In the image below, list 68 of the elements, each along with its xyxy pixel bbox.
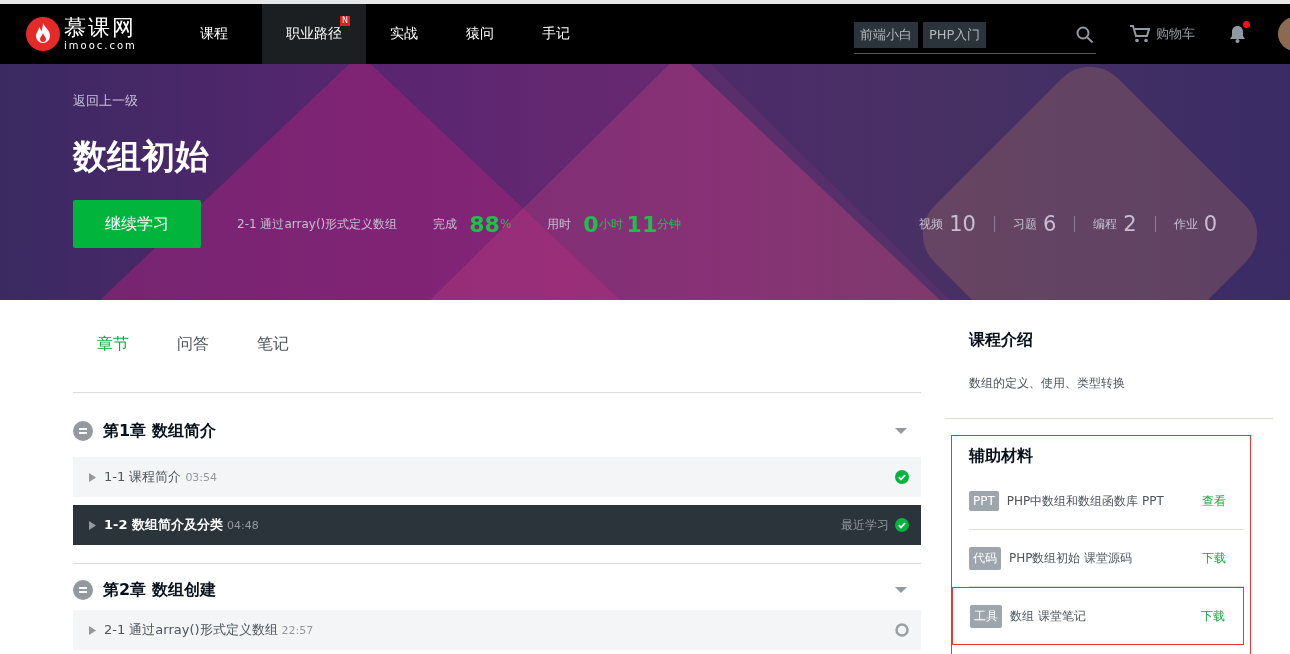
lesson-row[interactable]: 1-2 数组简介及分类 04:48 最近学习 — [73, 505, 921, 545]
logo-subtext[interactable]: imooc.com — [64, 41, 137, 51]
play-icon — [89, 625, 96, 635]
hours-unit: 小时 — [598, 215, 623, 231]
lesson-duration: 04:48 — [227, 518, 259, 532]
minutes-unit: 分钟 — [657, 215, 682, 231]
stat-value: 6 — [1042, 212, 1057, 236]
chapter-title: 第1章 数组简介 — [103, 420, 216, 442]
recent-note: 最近学习 — [841, 516, 889, 534]
lesson-title: 1-2 数组简介及分类 — [104, 516, 223, 534]
stat-label: 作业 — [1173, 215, 1198, 233]
back-link[interactable]: 返回上一级 — [73, 92, 1217, 110]
bell-icon — [1229, 25, 1246, 43]
flame-logo-icon[interactable] — [26, 17, 60, 51]
chapter-icon — [73, 421, 93, 441]
material-tag: 工具 — [970, 604, 1002, 628]
nav-link[interactable]: 实战 — [366, 4, 442, 64]
material-name: PHP中数组和数组函数库 PPT — [1006, 492, 1164, 510]
chapter-icon — [73, 580, 93, 600]
nav-link[interactable]: 职业路径 N — [262, 4, 366, 64]
lesson-title: 1-1 课程简介 — [104, 468, 182, 486]
progress-unit: % — [499, 217, 512, 231]
play-icon — [89, 472, 96, 482]
search-tag[interactable]: PHP入门 — [923, 21, 987, 48]
intro-heading: 课程介绍 — [969, 330, 1034, 351]
material-name: 数组 课堂笔记 — [1010, 607, 1086, 625]
material-tag: 代码 — [969, 546, 1001, 570]
lesson-duration: 03:54 — [185, 470, 218, 484]
intro-text: 数组的定义、使用、类型转换 — [969, 375, 1126, 392]
lesson-row[interactable]: 2-1 通过array()形式定义数组 22:57 — [73, 610, 921, 650]
check-icon — [895, 470, 909, 484]
caret-icon[interactable] — [895, 427, 907, 435]
course-title: 数组初始 — [73, 135, 210, 178]
stat-value: 10 — [949, 212, 976, 236]
progress-value: 88 — [469, 211, 500, 237]
search-icon[interactable] — [1076, 25, 1094, 44]
stat-value: 0 — [1203, 212, 1217, 236]
nav-link[interactable]: 课程 — [176, 4, 252, 64]
progress-label: 完成 — [433, 215, 458, 233]
time-label: 用时 — [547, 215, 572, 233]
material-tag: PPT — [969, 491, 999, 511]
search-field[interactable]: 前端小白 PHP入门 — [854, 20, 1096, 54]
caret-icon[interactable] — [895, 586, 907, 594]
cart-link[interactable]: 购物车 — [1130, 25, 1195, 43]
search-tag[interactable]: 前端小白 — [854, 21, 918, 48]
new-badge: N — [340, 16, 350, 26]
stat-label: 编程 — [1093, 215, 1118, 233]
chapter-title: 第2章 数组创建 — [103, 579, 216, 601]
minutes-value: 11 — [626, 211, 658, 237]
nav-link[interactable]: 猿问 — [442, 4, 518, 64]
lesson-row[interactable]: 1-1 课程简介 03:54 — [73, 457, 921, 497]
current-lesson[interactable]: 2-1 通过array()形式定义数组 — [237, 215, 398, 233]
lesson-title: 2-1 通过array()形式定义数组 — [104, 621, 278, 639]
play-icon — [89, 520, 96, 530]
cart-icon — [1130, 25, 1150, 43]
hours-value: 0 — [583, 211, 599, 237]
nav-link[interactable]: 手记 — [518, 4, 594, 64]
check-icon — [895, 518, 909, 532]
status-circle-icon — [895, 623, 909, 637]
materials-heading: 辅助材料 — [969, 446, 1034, 467]
tab[interactable]: 笔记 — [257, 334, 289, 392]
material-name: PHP数组初始 课堂源码 — [1009, 549, 1133, 567]
stat-label: 习题 — [1012, 215, 1037, 233]
logo-text[interactable]: 慕课网 — [64, 17, 137, 39]
stat-label: 视频 — [919, 215, 944, 233]
tab[interactable]: 问答 — [177, 334, 209, 392]
stat-value: 2 — [1123, 212, 1137, 236]
lesson-duration: 22:57 — [281, 623, 314, 637]
